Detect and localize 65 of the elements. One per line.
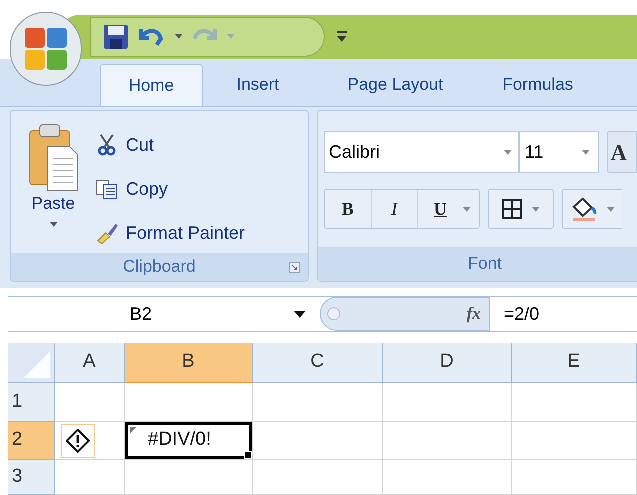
bold-button[interactable]: B [325, 190, 371, 228]
column-header[interactable]: B [125, 343, 253, 383]
borders-icon [502, 199, 522, 219]
customize-toolbar-icon[interactable] [337, 31, 347, 43]
row-header[interactable]: 2 [8, 422, 55, 460]
dropdown-icon[interactable] [175, 34, 183, 40]
dropdown-icon [582, 150, 590, 154]
dropdown-icon [532, 206, 540, 212]
warning-diamond-icon [66, 428, 90, 452]
font-name-field[interactable]: Calibri [324, 131, 519, 173]
spreadsheet-cell[interactable] [253, 383, 383, 422]
paste-button[interactable]: Paste [28, 123, 80, 214]
spreadsheet-cell[interactable] [55, 460, 125, 495]
dropdown-icon[interactable] [463, 206, 471, 212]
ribbon-tab[interactable]: Formulas [478, 64, 598, 106]
error-indicator-button[interactable] [61, 424, 95, 458]
spreadsheet-cell[interactable] [512, 422, 637, 460]
row-header[interactable]: 1 [8, 383, 55, 422]
column-header[interactable]: C [253, 343, 383, 383]
row-header[interactable]: 3 [8, 460, 55, 495]
spreadsheet-cell[interactable]: #DIV/0! [125, 422, 252, 459]
clipboard-icon [28, 123, 80, 193]
cut-button[interactable]: Cut [96, 125, 246, 165]
ribbon-tab[interactable]: Insert [203, 64, 313, 106]
dialog-launcher-icon[interactable] [289, 262, 300, 272]
corner-triangle-icon [24, 352, 50, 378]
copy-button[interactable]: Copy [96, 169, 246, 209]
italic-button[interactable]: I [371, 190, 417, 228]
select-all-corner[interactable] [8, 343, 55, 383]
error-flag-icon [130, 427, 137, 434]
group-label: Font [468, 253, 502, 276]
column-header[interactable]: D [383, 343, 512, 383]
spreadsheet-cell[interactable] [383, 460, 512, 495]
spreadsheet-cell[interactable] [55, 383, 125, 422]
resize-handle-icon[interactable] [327, 307, 341, 321]
fill-color-button[interactable] [562, 189, 622, 229]
office-logo-icon [23, 26, 69, 72]
format-painter-button[interactable]: Format Painter [96, 213, 246, 253]
group-label: Clipboard [123, 256, 196, 278]
paint-bucket-icon [571, 197, 599, 221]
spreadsheet-cell[interactable] [383, 422, 512, 460]
spreadsheet-cell[interactable] [125, 460, 253, 495]
name-box[interactable]: B2 [8, 297, 320, 331]
column-header[interactable]: A [55, 343, 125, 383]
save-icon[interactable] [103, 24, 129, 50]
underline-button[interactable]: U [417, 190, 463, 228]
dropdown-icon [294, 310, 306, 318]
borders-button[interactable] [488, 189, 554, 229]
font-size-field[interactable]: 11 [519, 131, 599, 173]
spreadsheet-cell[interactable] [253, 460, 383, 495]
insert-function-button[interactable]: fx [466, 301, 481, 327]
formula-field[interactable]: =2/0 [490, 300, 637, 328]
dropdown-icon[interactable] [50, 222, 58, 228]
dropdown-icon [607, 206, 615, 212]
column-header[interactable]: E [512, 343, 637, 383]
spreadsheet-cell[interactable] [383, 383, 512, 422]
fill-handle[interactable] [244, 451, 252, 459]
grow-font-button[interactable]: A [607, 131, 637, 173]
ribbon-tab[interactable]: Page Layout [313, 64, 478, 106]
spreadsheet-cell[interactable] [512, 460, 637, 495]
spreadsheet-cell[interactable] [512, 383, 637, 422]
paintbrush-icon [96, 221, 120, 245]
ribbon-tab[interactable]: Home [100, 64, 203, 106]
spreadsheet-cell[interactable] [253, 422, 383, 460]
dropdown-icon [504, 150, 512, 154]
